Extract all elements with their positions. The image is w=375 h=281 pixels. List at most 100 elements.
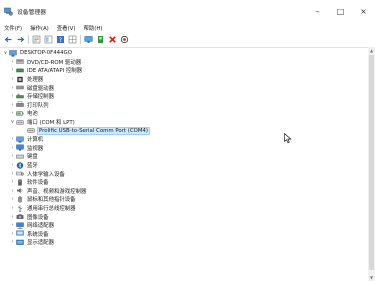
- tree-item-label: 软件设备: [27, 180, 49, 187]
- maximize-button[interactable]: □: [329, 0, 352, 22]
- chevron-right-icon[interactable]: ›: [9, 102, 16, 108]
- chevron-right-icon[interactable]: ›: [9, 222, 16, 228]
- chevron-right-icon[interactable]: ›: [9, 162, 16, 168]
- chevron-right-icon[interactable]: ›: [9, 136, 16, 142]
- display-adapter-icon: [16, 239, 24, 246]
- toolbar-separator: [80, 35, 81, 44]
- scan-icon[interactable]: [120, 35, 129, 44]
- chevron-right-icon[interactable]: ›: [9, 153, 16, 159]
- uninstall-icon[interactable]: [108, 35, 117, 44]
- tree-item-label: 图像设备: [27, 214, 49, 221]
- tree-item-label: 处理器: [27, 77, 44, 84]
- help-icon[interactable]: ?: [56, 35, 65, 44]
- chevron-right-icon[interactable]: ›: [9, 76, 16, 82]
- scroll-up-icon[interactable]: ▲: [368, 47, 375, 54]
- svg-text:?: ?: [59, 37, 62, 44]
- toolbar-grid-icon[interactable]: [68, 35, 77, 44]
- tree-item-dvd[interactable]: › DVD/CD-ROM 驱动器: [9, 58, 82, 67]
- tree-item-usb[interactable]: › 通用串行总线控制器: [9, 204, 76, 213]
- chevron-down-icon[interactable]: ∨: [2, 50, 9, 56]
- back-arrow-icon[interactable]: [4, 35, 13, 44]
- keyboard-icon: [16, 153, 24, 160]
- chevron-right-icon[interactable]: ›: [9, 196, 16, 202]
- tree-item-computer[interactable]: › 计算机: [9, 135, 44, 144]
- chevron-down-icon[interactable]: ∨: [9, 119, 16, 125]
- scrollbar-thumb[interactable]: [369, 55, 374, 270]
- tree-item-label: 存储控制器: [27, 94, 54, 101]
- processor-icon: [16, 76, 24, 83]
- chevron-right-icon[interactable]: ›: [9, 231, 16, 237]
- bluetooth-icon: [16, 161, 24, 169]
- dvd-drive-icon: [16, 58, 24, 65]
- window-title: 设备管理器: [17, 9, 46, 16]
- tree-item-prolific-com4[interactable]: Prolific USB-to-Serial Comm Port (COM4): [27, 126, 151, 135]
- chevron-right-icon[interactable]: ›: [9, 205, 16, 211]
- tree-item-label: DVD/CD-ROM 驱动器: [27, 59, 82, 66]
- forward-arrow-icon[interactable]: [16, 35, 25, 44]
- vertical-scrollbar[interactable]: ▲ ▼: [368, 47, 375, 281]
- tree-item-label: 通用串行总线控制器: [27, 206, 76, 213]
- usb-icon: [16, 205, 24, 212]
- tree-item-sound[interactable]: › 声音、视频和游戏控制器: [9, 187, 87, 196]
- tree-root[interactable]: ∨ DESKTOP-0F444GO: [2, 49, 72, 58]
- tree-item-label: 监视器: [27, 145, 44, 152]
- tree-item-disk[interactable]: › 磁盘驱动器: [9, 83, 54, 92]
- chevron-right-icon[interactable]: ›: [9, 214, 16, 220]
- menu-file[interactable]: 文件(F): [4, 24, 22, 32]
- monitor-icon[interactable]: [84, 35, 93, 44]
- tree-item-printer[interactable]: › 打印队列: [9, 101, 49, 110]
- close-button[interactable]: ×: [352, 0, 375, 22]
- scroll-down-icon[interactable]: ▼: [368, 274, 375, 281]
- mouse-icon: [16, 196, 24, 203]
- tree-item-storage[interactable]: › 存储控制器: [9, 92, 54, 101]
- title-bar: 设备管理器 – □ ×: [0, 0, 375, 22]
- port-icon: [16, 119, 24, 126]
- chevron-right-icon[interactable]: ›: [9, 179, 16, 185]
- properties-icon[interactable]: [32, 35, 41, 44]
- chevron-right-icon[interactable]: ›: [9, 110, 16, 116]
- chevron-right-icon[interactable]: ›: [9, 145, 16, 151]
- tree-item-bluetooth[interactable]: › 蓝牙: [9, 161, 38, 170]
- menu-view[interactable]: 查看(V): [57, 24, 76, 32]
- update-driver-icon[interactable]: [96, 35, 105, 44]
- menu-bar: 文件(F) 操作(A) 查看(V) 帮助(H): [0, 22, 111, 33]
- tree-item-mouse[interactable]: › 鼠标和其他指针设备: [9, 195, 76, 204]
- camera-icon: [16, 213, 24, 220]
- tree-item-label: 键盘: [27, 154, 38, 161]
- disk-drive-icon: [16, 84, 24, 91]
- show-hide-icon[interactable]: [44, 35, 53, 44]
- chevron-right-icon[interactable]: ›: [9, 239, 16, 245]
- tree-item-software[interactable]: › 软件设备: [9, 178, 49, 187]
- tree-item-network[interactable]: › 网络适配器: [9, 221, 54, 230]
- menu-help[interactable]: 帮助(H): [83, 24, 102, 32]
- chevron-right-icon[interactable]: ›: [9, 67, 16, 73]
- tree-item-display-adapter[interactable]: › 显示适配器: [9, 238, 54, 247]
- tree-item-label: 人体学输入设备: [27, 171, 65, 178]
- tree-item-label: 鼠标和其他指针设备: [27, 197, 76, 204]
- minimize-button[interactable]: –: [306, 0, 329, 22]
- chevron-right-icon[interactable]: ›: [9, 93, 16, 99]
- tree-item-label: 显示适配器: [27, 240, 54, 247]
- tree-item-battery[interactable]: › 电池: [9, 109, 38, 118]
- system-device-icon: [16, 230, 24, 237]
- chevron-right-icon[interactable]: ›: [9, 59, 16, 65]
- tree-root-label: DESKTOP-0F444GO: [20, 50, 72, 57]
- chevron-right-icon[interactable]: ›: [9, 85, 16, 91]
- tree-item-label: IDE ATA/ATAPI 控制器: [27, 68, 83, 75]
- tree-item-label: 端口 (COM 和 LPT): [27, 120, 75, 127]
- tree-item-imaging[interactable]: › 图像设备: [9, 212, 49, 221]
- tree-item-ide[interactable]: › IDE ATA/ATAPI 控制器: [9, 66, 83, 75]
- tree-item-processor[interactable]: › 处理器: [9, 75, 44, 84]
- storage-controller-icon: [16, 93, 24, 100]
- chevron-right-icon[interactable]: ›: [9, 171, 16, 177]
- tree-item-keyboard[interactable]: › 键盘: [9, 152, 38, 161]
- chevron-right-icon[interactable]: ›: [9, 188, 16, 194]
- hid-icon: [16, 170, 24, 177]
- device-manager-icon: [4, 7, 13, 16]
- tree-item-hid[interactable]: › 人体学输入设备: [9, 169, 65, 178]
- tree-item-system[interactable]: › 系统设备: [9, 230, 49, 239]
- tree-item-monitor[interactable]: › 监视器: [9, 144, 44, 153]
- tree-item-ports[interactable]: ∨ 端口 (COM 和 LPT): [9, 118, 75, 127]
- menu-action[interactable]: 操作(A): [30, 24, 49, 32]
- tree-item-label: 磁盘驱动器: [27, 85, 54, 92]
